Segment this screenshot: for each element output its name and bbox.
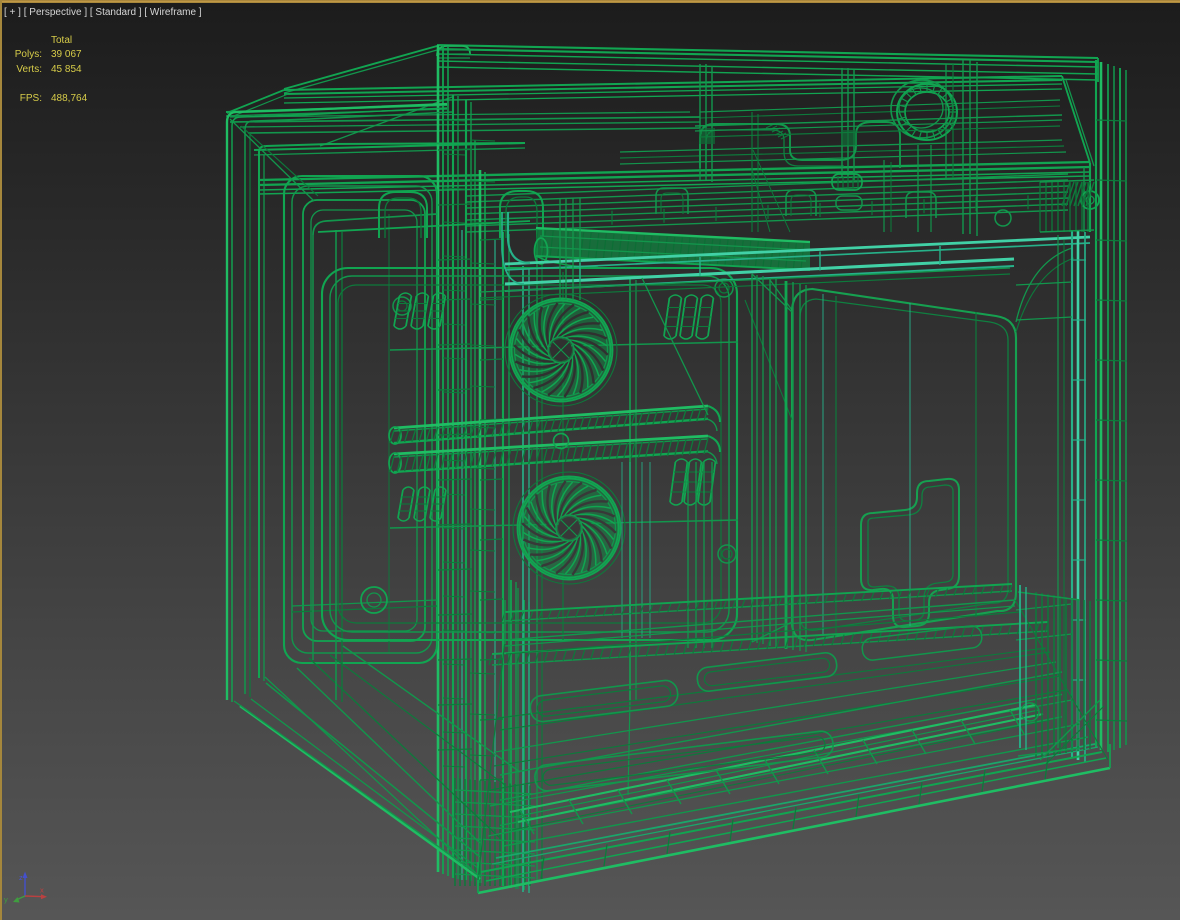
svg-text:z: z <box>19 873 23 882</box>
svg-text:x: x <box>40 886 44 895</box>
svg-text:y: y <box>4 895 8 904</box>
